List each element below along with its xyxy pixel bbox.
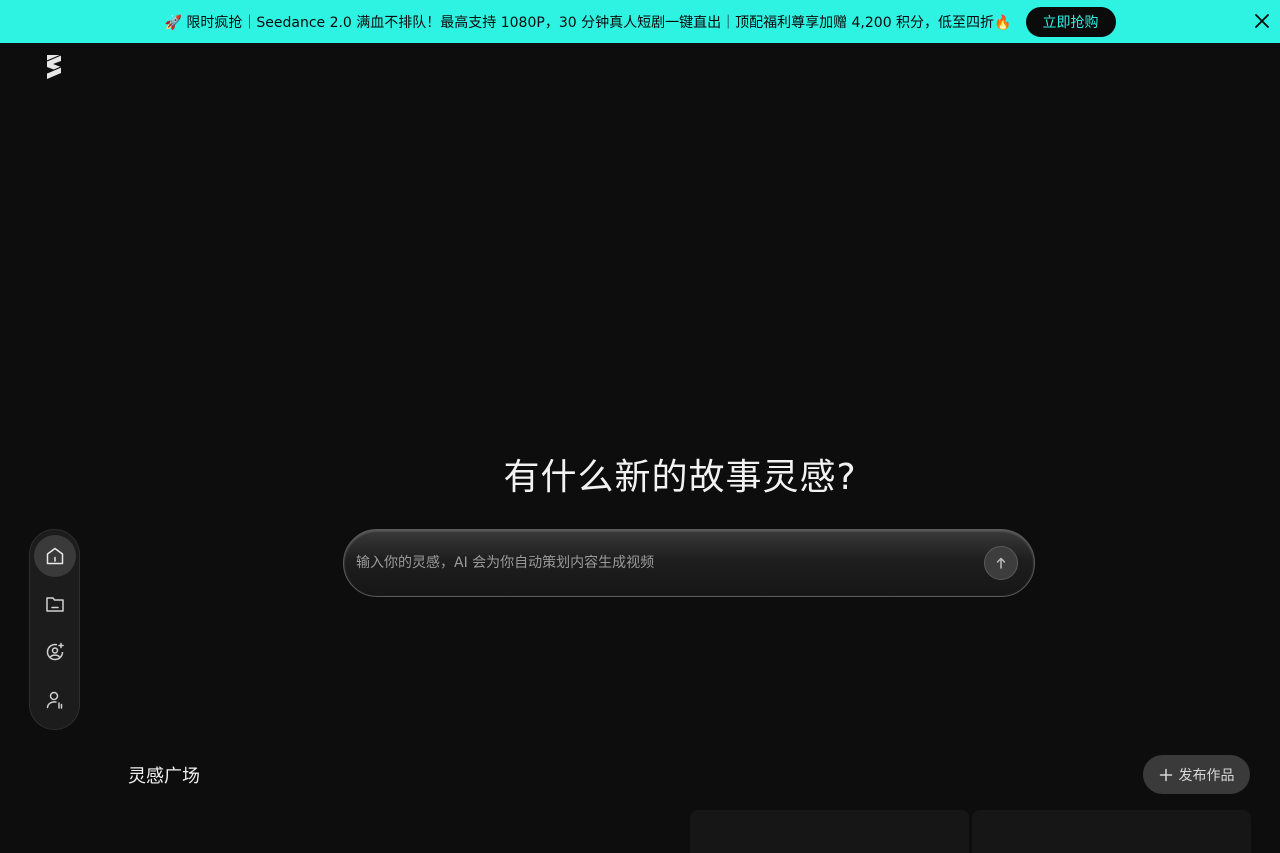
sidebar-item-assets[interactable] <box>34 583 76 625</box>
send-button[interactable] <box>984 546 1018 580</box>
gallery-card[interactable] <box>972 810 1251 853</box>
prompt-box <box>343 529 1035 597</box>
publish-button[interactable]: 发布作品 <box>1143 755 1250 794</box>
home-icon <box>46 547 63 565</box>
logo-icon <box>46 54 62 79</box>
buy-now-button[interactable]: 立即抢购 <box>1025 6 1116 37</box>
app-logo[interactable] <box>42 52 66 84</box>
sidebar-item-home[interactable] <box>33 535 76 577</box>
promo-banner: 🚀 限时疯抢｜Seedance 2.0 满血不排队！最高支持 1080P，30 … <box>0 0 1280 43</box>
arrow-up-icon <box>996 557 1006 569</box>
user-account-icon <box>46 691 62 709</box>
sidebar-item-avatar-create[interactable] <box>34 631 76 673</box>
folder-icon <box>45 597 64 612</box>
close-icon <box>1255 14 1269 28</box>
promo-banner-text: 🚀 限时疯抢｜Seedance 2.0 满血不排队！最高支持 1080P，30 … <box>164 14 1012 31</box>
user-sparkle-icon <box>46 642 64 661</box>
close-banner-button[interactable] <box>1250 9 1274 33</box>
sidebar-nav <box>29 529 80 730</box>
publish-button-label: 发布作品 <box>1178 767 1235 784</box>
gallery-title: 灵感广场 <box>128 766 200 787</box>
sidebar-item-account[interactable] <box>34 679 76 721</box>
prompt-input[interactable] <box>344 530 984 596</box>
plus-icon <box>1159 768 1172 781</box>
gallery-card[interactable] <box>690 810 969 853</box>
page-headline: 有什么新的故事灵感? <box>503 457 857 498</box>
